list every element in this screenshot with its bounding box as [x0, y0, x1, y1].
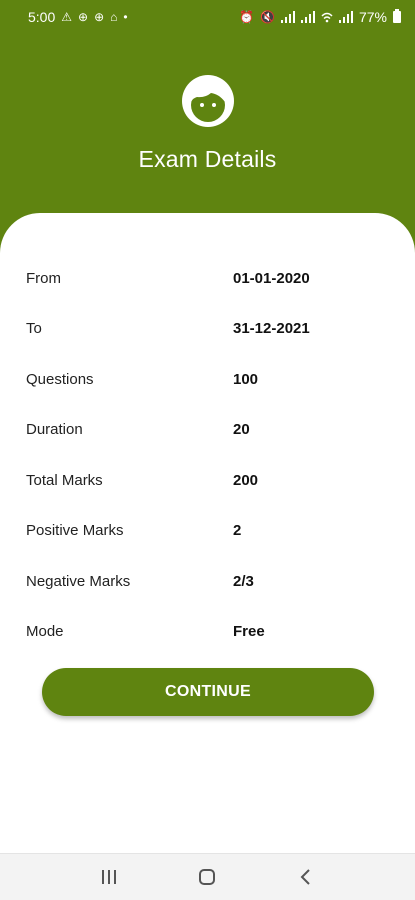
status-right: ⏰ 🔇 77%: [239, 9, 401, 25]
detail-row-duration: Duration 20: [0, 405, 415, 456]
system-nav-bar: [0, 853, 415, 900]
alarm-icon: ⏰: [239, 10, 255, 24]
detail-row-to: To 31-12-2021: [0, 304, 415, 355]
signal-icon: [338, 11, 353, 23]
status-left: 5:00 ⚠ ⊕ ⊕ ⌂ •: [28, 9, 128, 25]
warning-icon: ⚠: [61, 10, 73, 24]
signal-icon: [280, 11, 295, 23]
back-icon: [300, 869, 310, 885]
detail-label: Questions: [26, 370, 94, 388]
soccer-ball-icon: ⊕: [94, 10, 105, 24]
battery-icon: [393, 9, 401, 23]
details-list: From 01-01-2020 To 31-12-2021 Questions …: [0, 253, 415, 657]
graduation-cap-icon: ⌂: [110, 10, 118, 24]
detail-row-negative-marks: Negative Marks 2/3: [0, 556, 415, 607]
detail-label: Mode: [26, 623, 64, 641]
detail-label: Negative Marks: [26, 572, 131, 590]
detail-row-positive-marks: Positive Marks 2: [0, 506, 415, 557]
page-title: Exam Details: [138, 146, 277, 172]
back-button[interactable]: [286, 862, 326, 892]
detail-value: 31-12-2021: [233, 320, 310, 338]
detail-label: To: [26, 320, 42, 338]
recent-apps-button[interactable]: [89, 862, 129, 892]
status-bar: 5:00 ⚠ ⊕ ⊕ ⌂ • ⏰ 🔇 77%: [0, 0, 415, 34]
continue-button[interactable]: CONTINUE: [42, 668, 374, 716]
detail-row-total-marks: Total Marks 200: [0, 455, 415, 506]
detail-row-questions: Questions 100: [0, 354, 415, 405]
header: Exam Details: [0, 34, 415, 214]
detail-value: 01-01-2020: [233, 269, 310, 287]
detail-value: 20: [233, 421, 250, 439]
dot-icon: •: [123, 10, 128, 24]
detail-label: Duration: [26, 421, 83, 439]
signal-icon: [300, 11, 315, 23]
detail-row-mode: Mode Free: [0, 607, 415, 658]
exam-details-card: From 01-01-2020 To 31-12-2021 Questions …: [0, 213, 415, 853]
battery-percent: 77%: [358, 9, 387, 25]
status-time: 5:00: [28, 9, 56, 25]
detail-value: 200: [233, 471, 259, 489]
detail-row-from: From 01-01-2020: [0, 253, 415, 304]
home-icon: [199, 869, 216, 885]
detail-label: Positive Marks: [26, 522, 124, 540]
detail-value: 2/3: [233, 572, 254, 590]
face-icon: [181, 75, 234, 127]
detail-value: 100: [233, 370, 259, 388]
mute-icon: 🔇: [260, 10, 275, 24]
detail-label: From: [26, 269, 61, 287]
soccer-ball-icon: ⊕: [78, 10, 89, 24]
detail-label: Total Marks: [26, 471, 103, 489]
home-button[interactable]: [187, 862, 227, 892]
wifi-icon: [321, 12, 333, 23]
recent-apps-icon: [102, 870, 117, 884]
detail-value: 2: [233, 522, 242, 540]
detail-value: Free: [233, 623, 265, 641]
